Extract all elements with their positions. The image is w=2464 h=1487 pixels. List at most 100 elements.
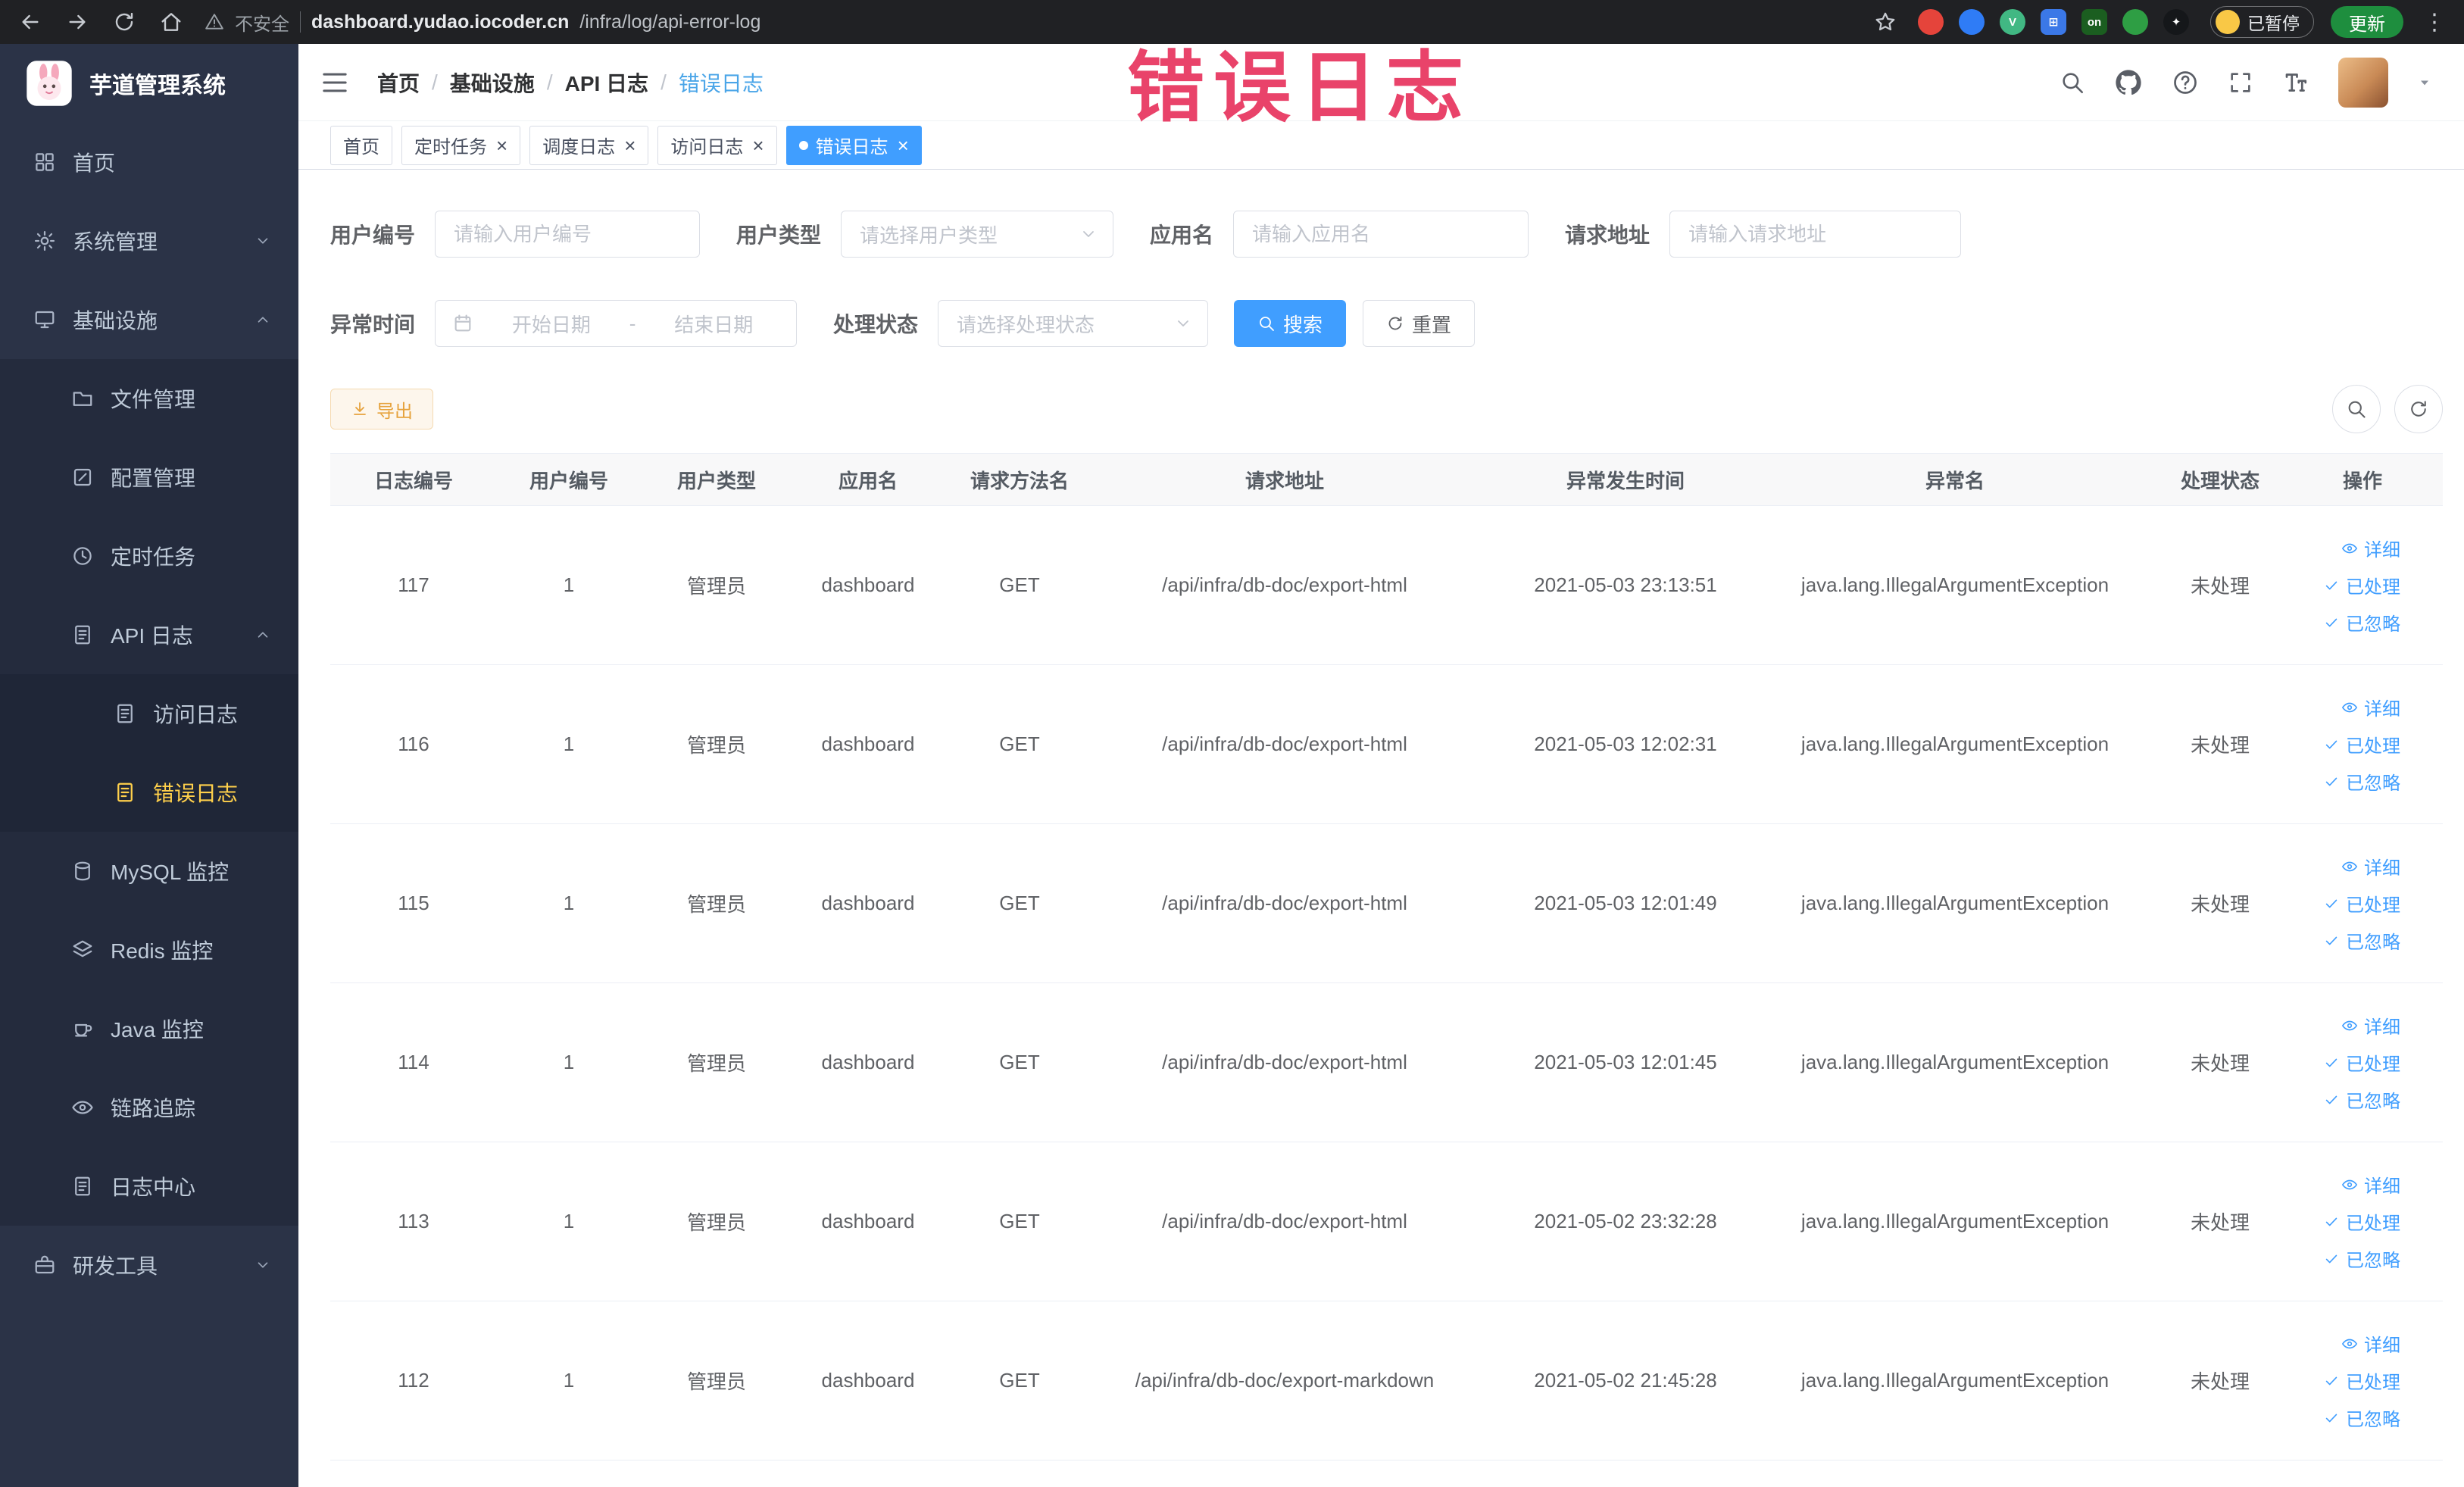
user-id-label: 用户编号 bbox=[330, 223, 416, 247]
exception-time-range-picker[interactable]: 开始日期 - 结束日期 bbox=[435, 300, 798, 347]
sidebar-item-label: 定时任务 bbox=[111, 545, 196, 569]
sidebar-item-3[interactable]: 文件管理 bbox=[0, 359, 298, 438]
ignored-link[interactable]: 已忽略 bbox=[2323, 609, 2400, 636]
tab-close-icon[interactable]: × bbox=[752, 136, 764, 155]
detail-link[interactable]: 详细 bbox=[2341, 1330, 2400, 1357]
user-id-input[interactable] bbox=[435, 211, 701, 258]
tab-3[interactable]: 访问日志 × bbox=[657, 125, 777, 165]
app-logo-row[interactable]: 芋道管理系统 bbox=[0, 44, 298, 123]
processed-link[interactable]: 已处理 bbox=[2323, 1049, 2400, 1076]
cell-user-type: 管理员 bbox=[686, 1211, 746, 1234]
reset-button[interactable]: 重置 bbox=[1363, 300, 1476, 347]
chevron-down-icon[interactable] bbox=[2417, 75, 2432, 90]
profile-chip[interactable]: 已暂停 bbox=[2210, 6, 2314, 38]
detail-link[interactable]: 详细 bbox=[2341, 535, 2400, 561]
ignored-link[interactable]: 已忽略 bbox=[2323, 768, 2400, 795]
user-type-select[interactable]: 请选择用户类型 bbox=[841, 211, 1114, 258]
tab-0[interactable]: 首页 bbox=[330, 125, 392, 165]
address-bar[interactable]: 不安全 dashboard.yudao.iocoder.cn /infra/lo… bbox=[205, 9, 1874, 36]
forward-icon[interactable] bbox=[65, 10, 89, 34]
tab-1[interactable]: 定时任务 × bbox=[401, 125, 521, 165]
toggle-search-button[interactable] bbox=[2332, 385, 2381, 433]
gear-icon bbox=[33, 230, 56, 252]
search-icon[interactable] bbox=[2060, 70, 2085, 95]
sidebar-item-0[interactable]: 首页 bbox=[0, 123, 298, 201]
cell-log-id: 116 bbox=[398, 733, 429, 755]
detail-link[interactable]: 详细 bbox=[2341, 694, 2400, 720]
breadcrumb-home[interactable]: 首页 bbox=[377, 67, 420, 98]
help-icon[interactable] bbox=[2172, 69, 2199, 96]
grid-extension-icon[interactable]: ⊞ bbox=[2041, 9, 2066, 35]
processed-link[interactable]: 已处理 bbox=[2323, 572, 2400, 598]
cell-user-type: 管理员 bbox=[686, 575, 746, 598]
leaf-extension-icon[interactable] bbox=[2122, 9, 2148, 35]
detail-link[interactable]: 详细 bbox=[2341, 1012, 2400, 1039]
chevron-up-icon bbox=[255, 311, 271, 328]
ignored-link[interactable]: 已忽略 bbox=[2323, 1245, 2400, 1272]
browser-toolbar: 不安全 dashboard.yudao.iocoder.cn /infra/lo… bbox=[0, 0, 2464, 44]
font-size-icon[interactable] bbox=[2282, 69, 2309, 96]
tab-close-icon[interactable]: × bbox=[624, 136, 636, 155]
sidebar-item-5[interactable]: 定时任务 bbox=[0, 517, 298, 595]
ignored-link[interactable]: 已忽略 bbox=[2323, 1086, 2400, 1113]
request-url-input[interactable] bbox=[1669, 211, 1962, 258]
search-button[interactable]: 搜索 bbox=[1234, 300, 1347, 347]
chevron-down-icon bbox=[255, 233, 271, 249]
ignored-link[interactable]: 已忽略 bbox=[2323, 1404, 2400, 1431]
cell-exception-name: java.lang.IllegalArgumentException bbox=[1800, 573, 2110, 596]
processed-link[interactable]: 已处理 bbox=[2323, 890, 2400, 917]
sidebar-item-11[interactable]: Java 监控 bbox=[0, 989, 298, 1068]
sidebar-item-14[interactable]: 研发工具 bbox=[0, 1226, 298, 1304]
vue-devtools-extension-icon[interactable]: V bbox=[2000, 9, 2025, 35]
refresh-table-button[interactable] bbox=[2394, 385, 2443, 433]
processed-link[interactable]: 已处理 bbox=[2323, 731, 2400, 758]
sidebar-item-6[interactable]: API 日志 bbox=[0, 595, 298, 674]
process-status-select[interactable]: 请选择处理状态 bbox=[938, 300, 1209, 347]
sidebar-item-12[interactable]: 链路追踪 bbox=[0, 1068, 298, 1147]
security-warning-icon[interactable] bbox=[205, 12, 224, 32]
app-name-input[interactable] bbox=[1233, 211, 1529, 258]
ignored-link[interactable]: 已忽略 bbox=[2323, 927, 2400, 954]
sidebar-item-7[interactable]: 访问日志 bbox=[0, 674, 298, 753]
security-label[interactable]: 不安全 bbox=[235, 9, 289, 36]
sidebar-item-1[interactable]: 系统管理 bbox=[0, 201, 298, 280]
column-header-1: 用户编号 bbox=[529, 469, 608, 492]
sidebar-item-label: Redis 监控 bbox=[111, 939, 214, 963]
fullscreen-icon[interactable] bbox=[2228, 70, 2253, 95]
tab-close-icon[interactable]: × bbox=[496, 136, 507, 155]
breadcrumb-infra[interactable]: 基础设施 bbox=[450, 67, 535, 98]
browser-update-button[interactable]: 更新 bbox=[2331, 6, 2403, 38]
processed-link[interactable]: 已处理 bbox=[2323, 1208, 2400, 1235]
sidebar-item-4[interactable]: 配置管理 bbox=[0, 438, 298, 517]
export-button[interactable]: 导出 bbox=[330, 389, 433, 430]
bookmark-star-icon[interactable] bbox=[1874, 11, 1897, 33]
user-avatar[interactable] bbox=[2338, 57, 2388, 108]
switch-on-extension-icon[interactable]: on bbox=[2081, 9, 2107, 35]
sidebar-menu: 首页 系统管理 基础设施 文件管理 配置管理定时任务 API 日志 访问日志 错误日志 MySQ… bbox=[0, 123, 298, 1304]
tab-4[interactable]: 错误日志 × bbox=[785, 125, 922, 165]
header-actions bbox=[2060, 57, 2432, 108]
tab-2[interactable]: 调度日志 × bbox=[529, 125, 649, 165]
download-icon bbox=[351, 400, 369, 418]
github-icon[interactable] bbox=[2114, 68, 2143, 97]
pin-extension-icon[interactable]: ✦ bbox=[2163, 9, 2189, 35]
detail-link[interactable]: 详细 bbox=[2341, 1171, 2400, 1198]
sidebar-item-9[interactable]: MySQL 监控 bbox=[0, 832, 298, 911]
sidebar-item-label: Java 监控 bbox=[111, 1018, 204, 1042]
sidebar-item-10[interactable]: Redis 监控 bbox=[0, 911, 298, 989]
tab-close-icon[interactable]: × bbox=[898, 136, 909, 155]
browser-menu-icon[interactable]: ⋮ bbox=[2423, 9, 2446, 36]
table-header-row: 日志编号 用户编号 用户类型 应用名 请求方法名 请求地址 异常发生时间 异常名 处理状态 操作 bbox=[330, 453, 2443, 506]
detail-link[interactable]: 详细 bbox=[2341, 853, 2400, 879]
home-icon[interactable] bbox=[159, 10, 183, 34]
sidebar-item-2[interactable]: 基础设施 bbox=[0, 280, 298, 359]
processed-link[interactable]: 已处理 bbox=[2323, 1367, 2400, 1394]
reload-icon[interactable] bbox=[112, 10, 136, 34]
sidebar-item-8[interactable]: 错误日志 bbox=[0, 753, 298, 832]
sidebar-item-13[interactable]: 日志中心 bbox=[0, 1147, 298, 1226]
breadcrumb-api-log[interactable]: API 日志 bbox=[565, 67, 648, 98]
record-extension-icon[interactable] bbox=[1918, 9, 1944, 35]
back-icon[interactable] bbox=[18, 10, 42, 34]
sidebar-toggle-icon[interactable] bbox=[320, 67, 350, 98]
water-drop-extension-icon[interactable] bbox=[1959, 9, 1985, 35]
